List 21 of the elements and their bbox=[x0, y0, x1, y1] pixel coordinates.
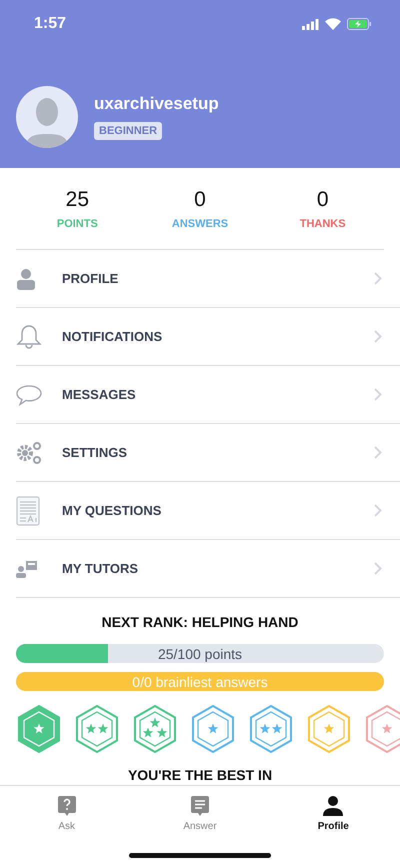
menu-item[interactable]: SETTINGS bbox=[16, 424, 400, 482]
menu-item[interactable]: MY TUTORS bbox=[16, 540, 400, 598]
next-rank-title: NEXT RANK: HELPING HAND bbox=[100, 614, 300, 630]
tab[interactable]: Ask bbox=[0, 786, 134, 866]
stat-value: 25 bbox=[66, 188, 90, 212]
stat-label: POINTS bbox=[56, 218, 98, 230]
stat-label: THANKS bbox=[300, 218, 346, 230]
stat-value: 0 bbox=[316, 188, 329, 212]
menu-item[interactable]: PROFILE bbox=[16, 250, 400, 308]
section-title: YOU'RE THE BEST IN bbox=[126, 767, 274, 785]
rank-label: BEGINNER bbox=[94, 122, 162, 140]
stat-value: 0 bbox=[194, 188, 206, 212]
progress-bar: 25/100 points bbox=[16, 644, 384, 663]
status-time: 1:57 bbox=[34, 15, 66, 33]
username: uxarchivesetup bbox=[94, 94, 219, 114]
stat-label: ANSWERS bbox=[172, 218, 228, 230]
menu-item[interactable]: NOTIFICATIONS bbox=[16, 308, 400, 366]
tab[interactable]: Profile bbox=[266, 786, 400, 866]
menu-item[interactable]: MY QUESTIONS bbox=[16, 482, 400, 540]
menu-item[interactable]: MESSAGES bbox=[16, 366, 400, 424]
progress-bar: 0/0 brainliest answers bbox=[16, 672, 384, 691]
